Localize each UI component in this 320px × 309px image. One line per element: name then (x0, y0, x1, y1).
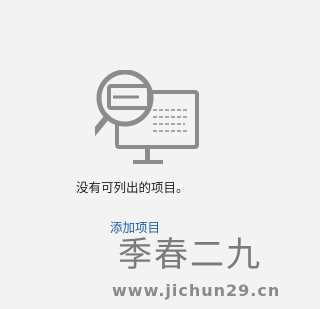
watermark-title: 季春二九 (118, 235, 262, 275)
watermark-url: www.jichun29.cn (112, 281, 281, 300)
search-monitor-icon (95, 70, 199, 164)
empty-message: 没有可列出的项目。 (76, 180, 189, 195)
